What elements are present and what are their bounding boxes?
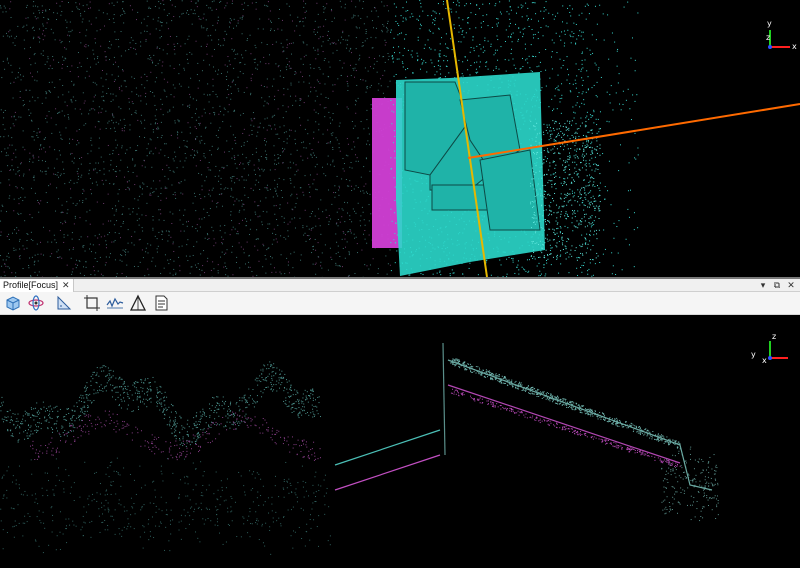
profile-view[interactable]: y x z	[0, 315, 800, 568]
3d-view-tool[interactable]	[2, 293, 24, 313]
cube-icon	[6, 296, 20, 311]
profile-axis-y-label: y	[751, 350, 756, 359]
triangle-ruler-icon	[57, 295, 72, 310]
profile-tool[interactable]	[104, 293, 126, 313]
report-tool[interactable]	[150, 293, 172, 313]
measure-tool[interactable]	[53, 293, 75, 313]
document-icon	[155, 295, 168, 311]
tab-profile-focus[interactable]: Profile[Focus] ✕	[0, 278, 74, 292]
sparse-point-noise	[0, 0, 391, 277]
profile-view-canvas[interactable]: y x z	[0, 315, 800, 568]
profile-panel-header: Profile[Focus] ✕ ▾ ⧉ ✕	[0, 278, 800, 292]
orbit-icon	[28, 295, 44, 311]
tab-title: Profile[Focus]	[3, 280, 59, 290]
axis-gizmo-top: y x z	[766, 19, 797, 51]
point-cloud-top-view[interactable]: y x z	[0, 0, 800, 277]
close-panel-icon[interactable]: ✕	[785, 279, 797, 292]
profile-axis-x-label: x	[762, 356, 767, 365]
close-tab-icon[interactable]: ✕	[62, 280, 70, 291]
building-profile	[334, 342, 713, 491]
clip-box-tool[interactable]	[81, 293, 103, 313]
triangulate-tool[interactable]	[127, 293, 149, 313]
axis-gizmo-profile: y x z	[751, 332, 788, 365]
triangle-icon	[129, 294, 147, 311]
top-view-canvas[interactable]: y x z	[0, 0, 800, 277]
profile-wave-icon	[106, 297, 124, 309]
restore-window-icon[interactable]: ⧉	[771, 279, 783, 292]
profile-toolbar	[0, 292, 800, 315]
axis-y-label: y	[767, 19, 772, 28]
axis-x-label: x	[792, 42, 797, 51]
profile-axis-z-label: z	[772, 332, 776, 341]
dropdown-arrow-icon[interactable]: ▾	[757, 279, 769, 292]
rotate-tool[interactable]	[25, 293, 47, 313]
axis-z-label: z	[766, 33, 770, 42]
crop-icon	[84, 295, 100, 311]
